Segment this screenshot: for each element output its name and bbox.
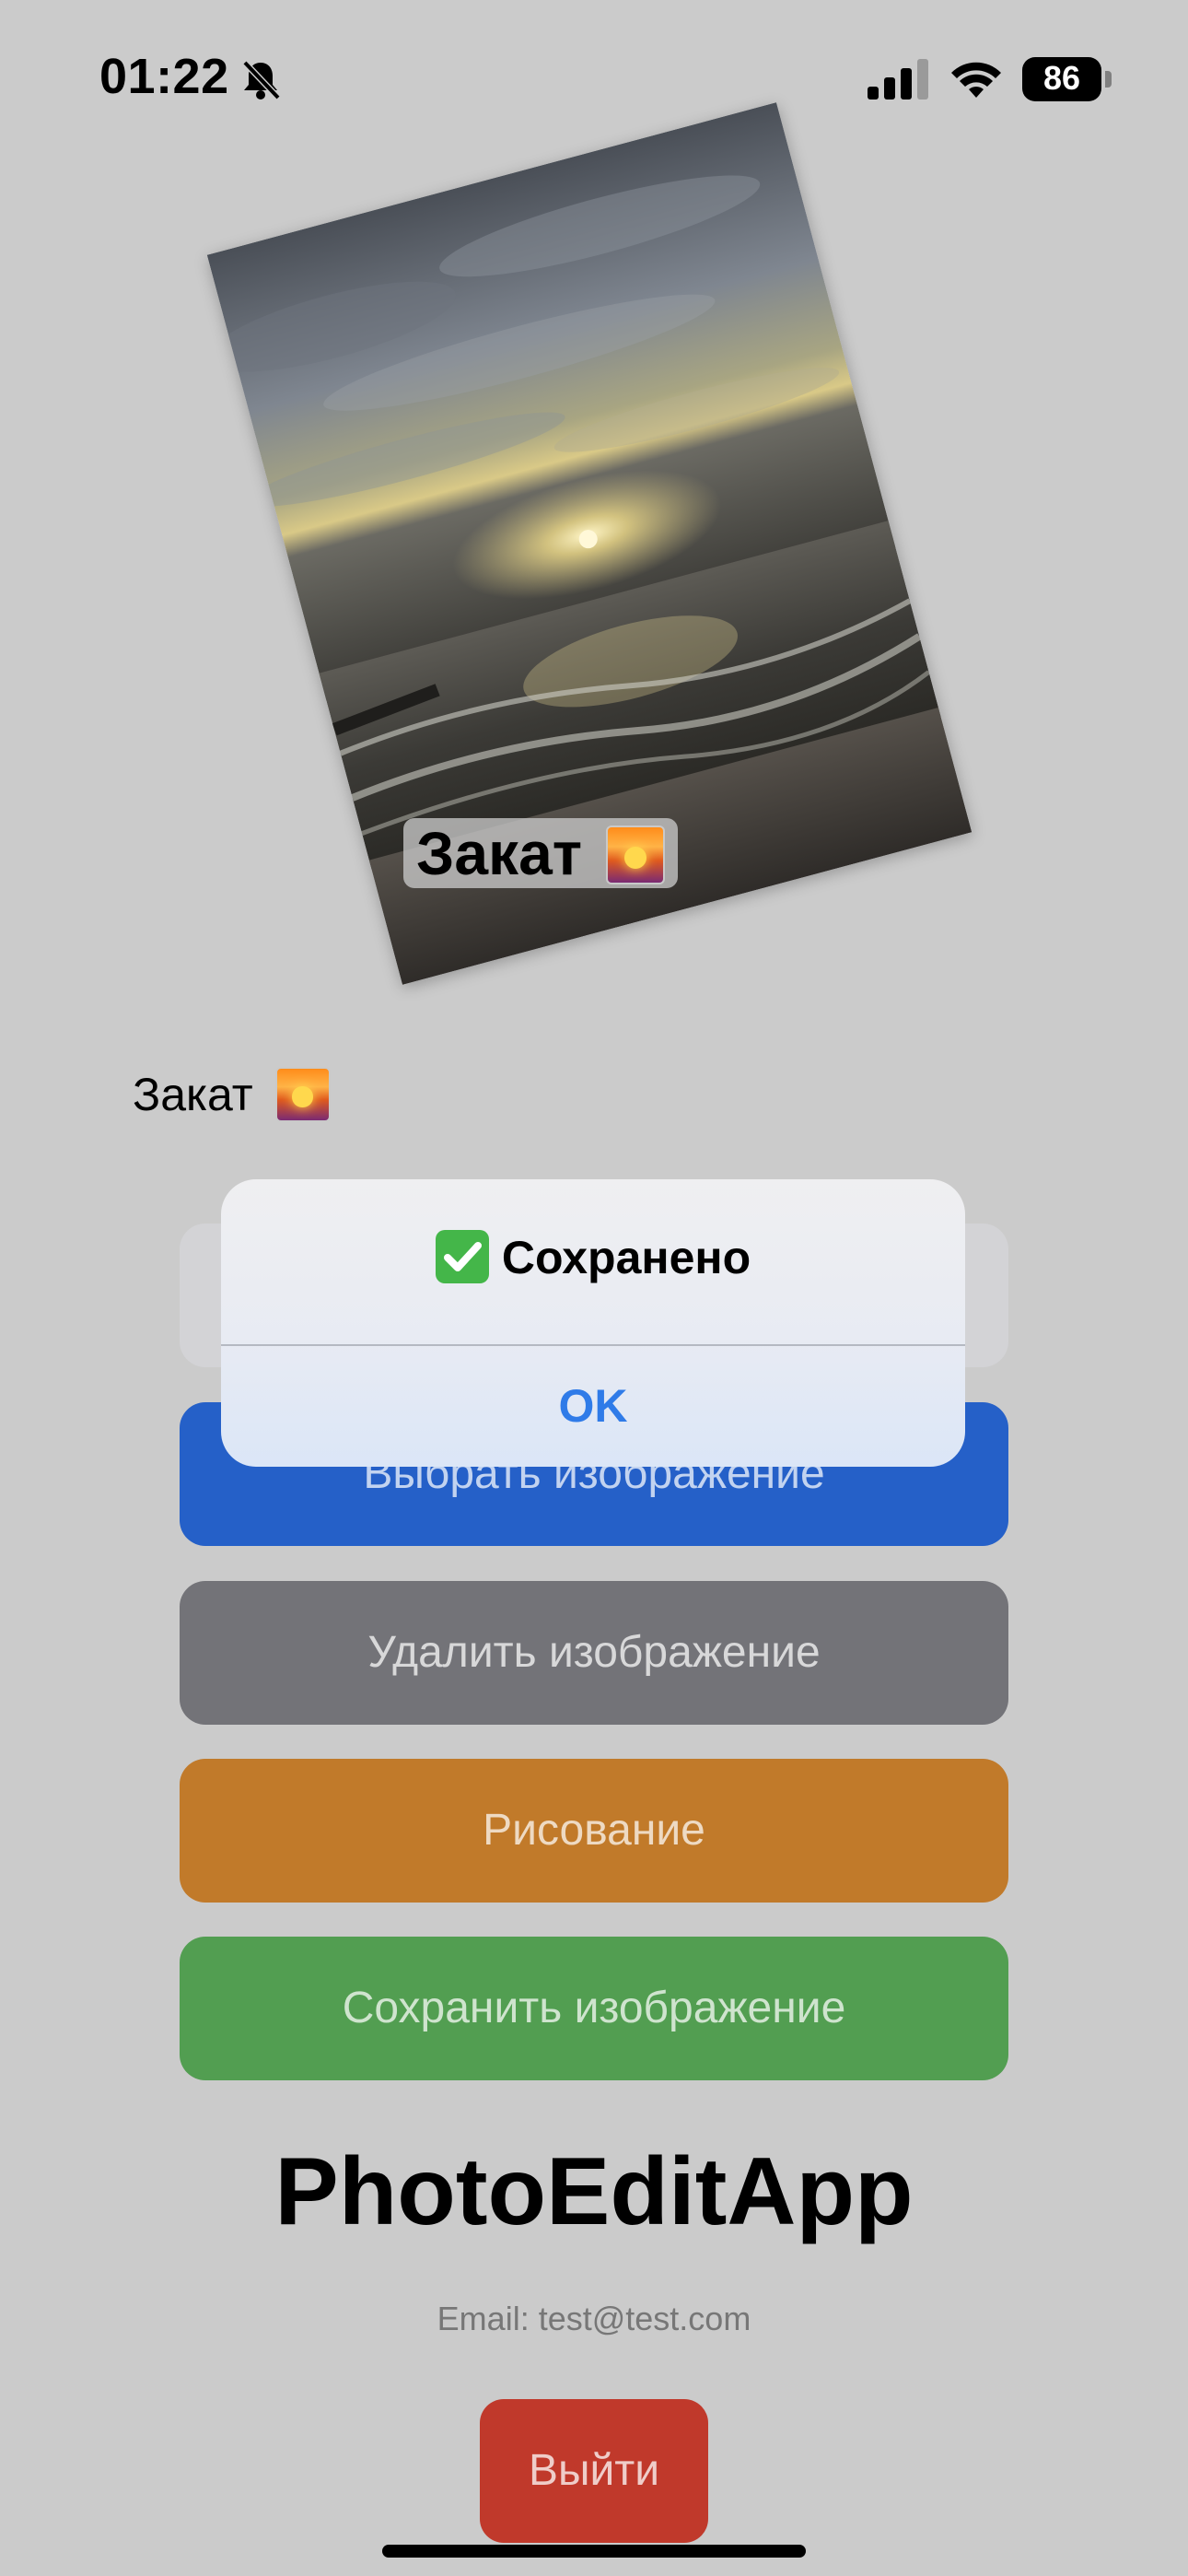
alert-title-text: Сохранено — [501, 1232, 751, 1283]
status-time: 01:22 — [99, 49, 229, 104]
alert-title: Сохранено — [221, 1229, 965, 1284]
bell-slash-icon — [242, 60, 281, 100]
photo-caption-text: Закат — [416, 819, 583, 887]
wifi-icon — [951, 62, 1001, 98]
status-bar: 01:22 86 — [0, 0, 1188, 138]
cellular-signal-icon — [868, 59, 928, 100]
caption-label: Закат — [133, 1065, 331, 1124]
saved-alert: Сохранено OK — [221, 1179, 965, 1467]
delete-image-button[interactable]: Удалить изображение — [180, 1581, 1008, 1725]
home-indicator[interactable] — [382, 2545, 806, 2558]
save-image-button[interactable]: Сохранить изображение — [180, 1937, 1008, 2080]
user-email: Email: test@test.com — [437, 2300, 751, 2337]
photo-caption: Закат — [403, 818, 679, 888]
draw-button[interactable]: Рисование — [180, 1759, 1008, 1903]
alert-ok-button[interactable]: OK — [221, 1346, 965, 1467]
app-title: PhotoEditApp — [274, 2138, 914, 2245]
battery-level: 86 — [1042, 59, 1081, 97]
sunset-emoji-icon — [274, 1066, 331, 1122]
checkmark-icon — [435, 1229, 489, 1283]
sunset-emoji-icon — [606, 825, 666, 884]
caption-label-text: Закат — [133, 1069, 253, 1120]
battery-icon: 86 — [1022, 57, 1112, 101]
battery-cap — [1105, 71, 1112, 88]
logout-button[interactable]: Выйти — [480, 2399, 708, 2543]
